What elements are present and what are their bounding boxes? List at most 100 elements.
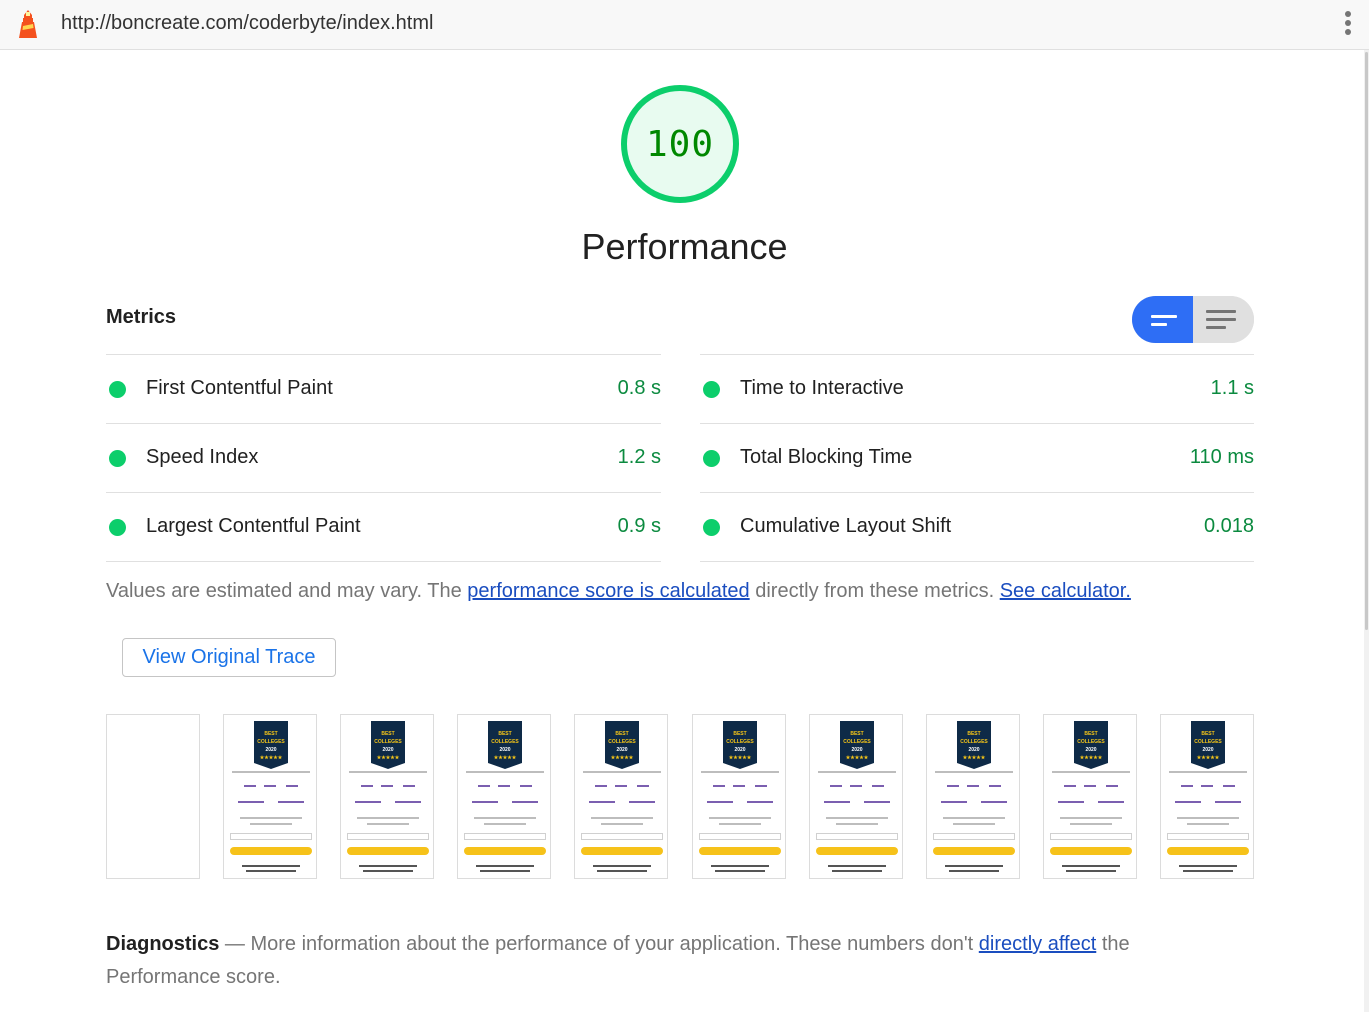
thumbnail-text-line — [1052, 771, 1130, 773]
pass-status-icon — [109, 519, 126, 536]
thumbnail-text-line — [707, 801, 733, 803]
thumbnail-text-line — [361, 785, 373, 787]
badge-text: 2020 — [1202, 747, 1214, 753]
see-calculator-link[interactable]: See calculator. — [1000, 580, 1131, 602]
thumbnail-text-line — [512, 801, 538, 803]
thumbnail-search-button — [230, 847, 312, 855]
url-text[interactable]: http://boncreate.com/coderbyte/index.htm… — [61, 12, 433, 35]
badge-text: 2020 — [968, 747, 980, 753]
thumbnail-input — [347, 833, 429, 840]
thumbnail-text-line — [1064, 785, 1076, 787]
metric-time-to-interactive: Time to Interactive 1.1 s — [700, 354, 1254, 423]
scrollbar-thumb[interactable] — [1365, 52, 1368, 630]
metric-value: 1.2 s — [617, 446, 661, 468]
metric-value: 1.1 s — [1210, 377, 1254, 399]
thumbnail-text-line — [755, 785, 767, 787]
thumbnail-text-line — [1106, 785, 1118, 787]
metrics-view-toggle[interactable] — [1132, 296, 1254, 343]
badge-text: COLLEGES — [257, 739, 285, 745]
disclaimer-middle: directly from these metrics. — [749, 580, 1000, 602]
thumbnail-text-line — [589, 801, 615, 803]
metric-label: Speed Index — [146, 446, 259, 468]
thumbnail-search-button — [699, 847, 781, 855]
thumbnail-text-line — [1175, 801, 1201, 803]
thumbnail-search-button — [816, 847, 898, 855]
metrics-column-right: Time to Interactive 1.1 s Total Blocking… — [700, 354, 1254, 562]
thumbnail-text-line — [250, 823, 292, 825]
score-gauge: 100 — [621, 85, 739, 203]
thumbnail-text-line — [747, 801, 773, 803]
thumbnail-text-line — [593, 865, 651, 867]
thumbnail-text-line — [1066, 870, 1116, 872]
thumbnail-search-button — [347, 847, 429, 855]
pass-status-icon — [109, 450, 126, 467]
filmstrip-frame: BEST COLLEGES 2020 ★★★★★ — [1160, 714, 1254, 879]
view-original-trace-button[interactable]: View Original Trace — [122, 638, 336, 677]
expanded-view-button[interactable] — [1193, 296, 1254, 343]
pass-status-icon — [109, 381, 126, 398]
filmstrip-frame: BEST COLLEGES 2020 ★★★★★ — [692, 714, 786, 879]
category-title: Performance — [581, 226, 788, 267]
thumbnail-text-line — [711, 865, 769, 867]
score-calculated-link[interactable]: performance score is calculated — [467, 580, 749, 602]
thumbnail-text-line — [713, 785, 725, 787]
thumbnail-text-line — [943, 817, 1005, 819]
metrics-disclaimer: Values are estimated and may vary. The p… — [106, 580, 1131, 603]
metric-total-blocking-time: Total Blocking Time 110 ms — [700, 423, 1254, 492]
thumbnail-text-line — [474, 817, 536, 819]
thumbnail-text-line — [1084, 785, 1096, 787]
badge-text: BEST — [264, 731, 278, 737]
thumbnail-text-line — [719, 823, 761, 825]
thumbnail-input — [816, 833, 898, 840]
badge-text: ★★★★★ — [610, 755, 634, 761]
badge-text: 2020 — [616, 747, 628, 753]
diagnostics-description: More information about the performance o… — [250, 933, 979, 955]
pass-status-icon — [703, 519, 720, 536]
thumbnail-text-line — [1070, 823, 1112, 825]
thumbnail-text-line — [1060, 817, 1122, 819]
thumbnail-text-line — [824, 801, 850, 803]
compact-view-button[interactable] — [1132, 296, 1193, 343]
badge-text: BEST — [1201, 731, 1215, 737]
thumbnail-text-line — [715, 870, 765, 872]
thumbnail-input — [464, 833, 546, 840]
disclaimer-prefix: Values are estimated and may vary. The — [106, 580, 468, 602]
badge-text: BEST — [381, 731, 395, 737]
thumbnail-text-line — [1169, 771, 1247, 773]
thumbnail-text-line — [832, 870, 882, 872]
thumbnail-text-line — [1223, 785, 1235, 787]
thumbnail-text-line — [403, 785, 415, 787]
thumbnail-text-line — [836, 823, 878, 825]
directly-affect-link[interactable]: directly affect — [979, 933, 1096, 955]
thumbnail-input — [699, 833, 781, 840]
thumbnail-text-line — [1062, 865, 1120, 867]
more-vert-icon[interactable] — [1343, 11, 1353, 39]
compact-view-icon — [1151, 315, 1177, 331]
thumbnail-text-line — [349, 771, 427, 773]
diagnostics-dash: — — [219, 933, 251, 955]
thumbnail-text-line — [242, 865, 300, 867]
thumbnail-input — [230, 833, 312, 840]
best-colleges-badge: BEST COLLEGES 2020 ★★★★★ — [1074, 721, 1108, 769]
badge-text: ★★★★★ — [962, 755, 986, 761]
thumbnail-text-line — [1201, 785, 1213, 787]
badge-text: ★★★★★ — [845, 755, 869, 761]
thumbnail-text-line — [637, 785, 649, 787]
thumbnail-text-line — [1179, 865, 1237, 867]
metric-label: Largest Contentful Paint — [146, 515, 361, 537]
badge-text: COLLEGES — [374, 739, 402, 745]
filmstrip-frame: BEST COLLEGES 2020 ★★★★★ — [340, 714, 434, 879]
filmstrip-frame: BEST COLLEGES 2020 ★★★★★ — [809, 714, 903, 879]
thumbnail-text-line — [1187, 823, 1229, 825]
metric-value: 0.9 s — [617, 515, 661, 537]
thumbnail-text-line — [629, 801, 655, 803]
thumbnail-text-line — [701, 771, 779, 773]
badge-text: COLLEGES — [1194, 739, 1222, 745]
thumbnail-text-line — [238, 801, 264, 803]
thumbnail-text-line — [828, 865, 886, 867]
thumbnail-text-line — [520, 785, 532, 787]
metric-label: First Contentful Paint — [146, 377, 333, 399]
thumbnail-search-button — [464, 847, 546, 855]
thumbnail-text-line — [830, 785, 842, 787]
metric-largest-contentful-paint: Largest Contentful Paint 0.9 s — [106, 492, 661, 562]
